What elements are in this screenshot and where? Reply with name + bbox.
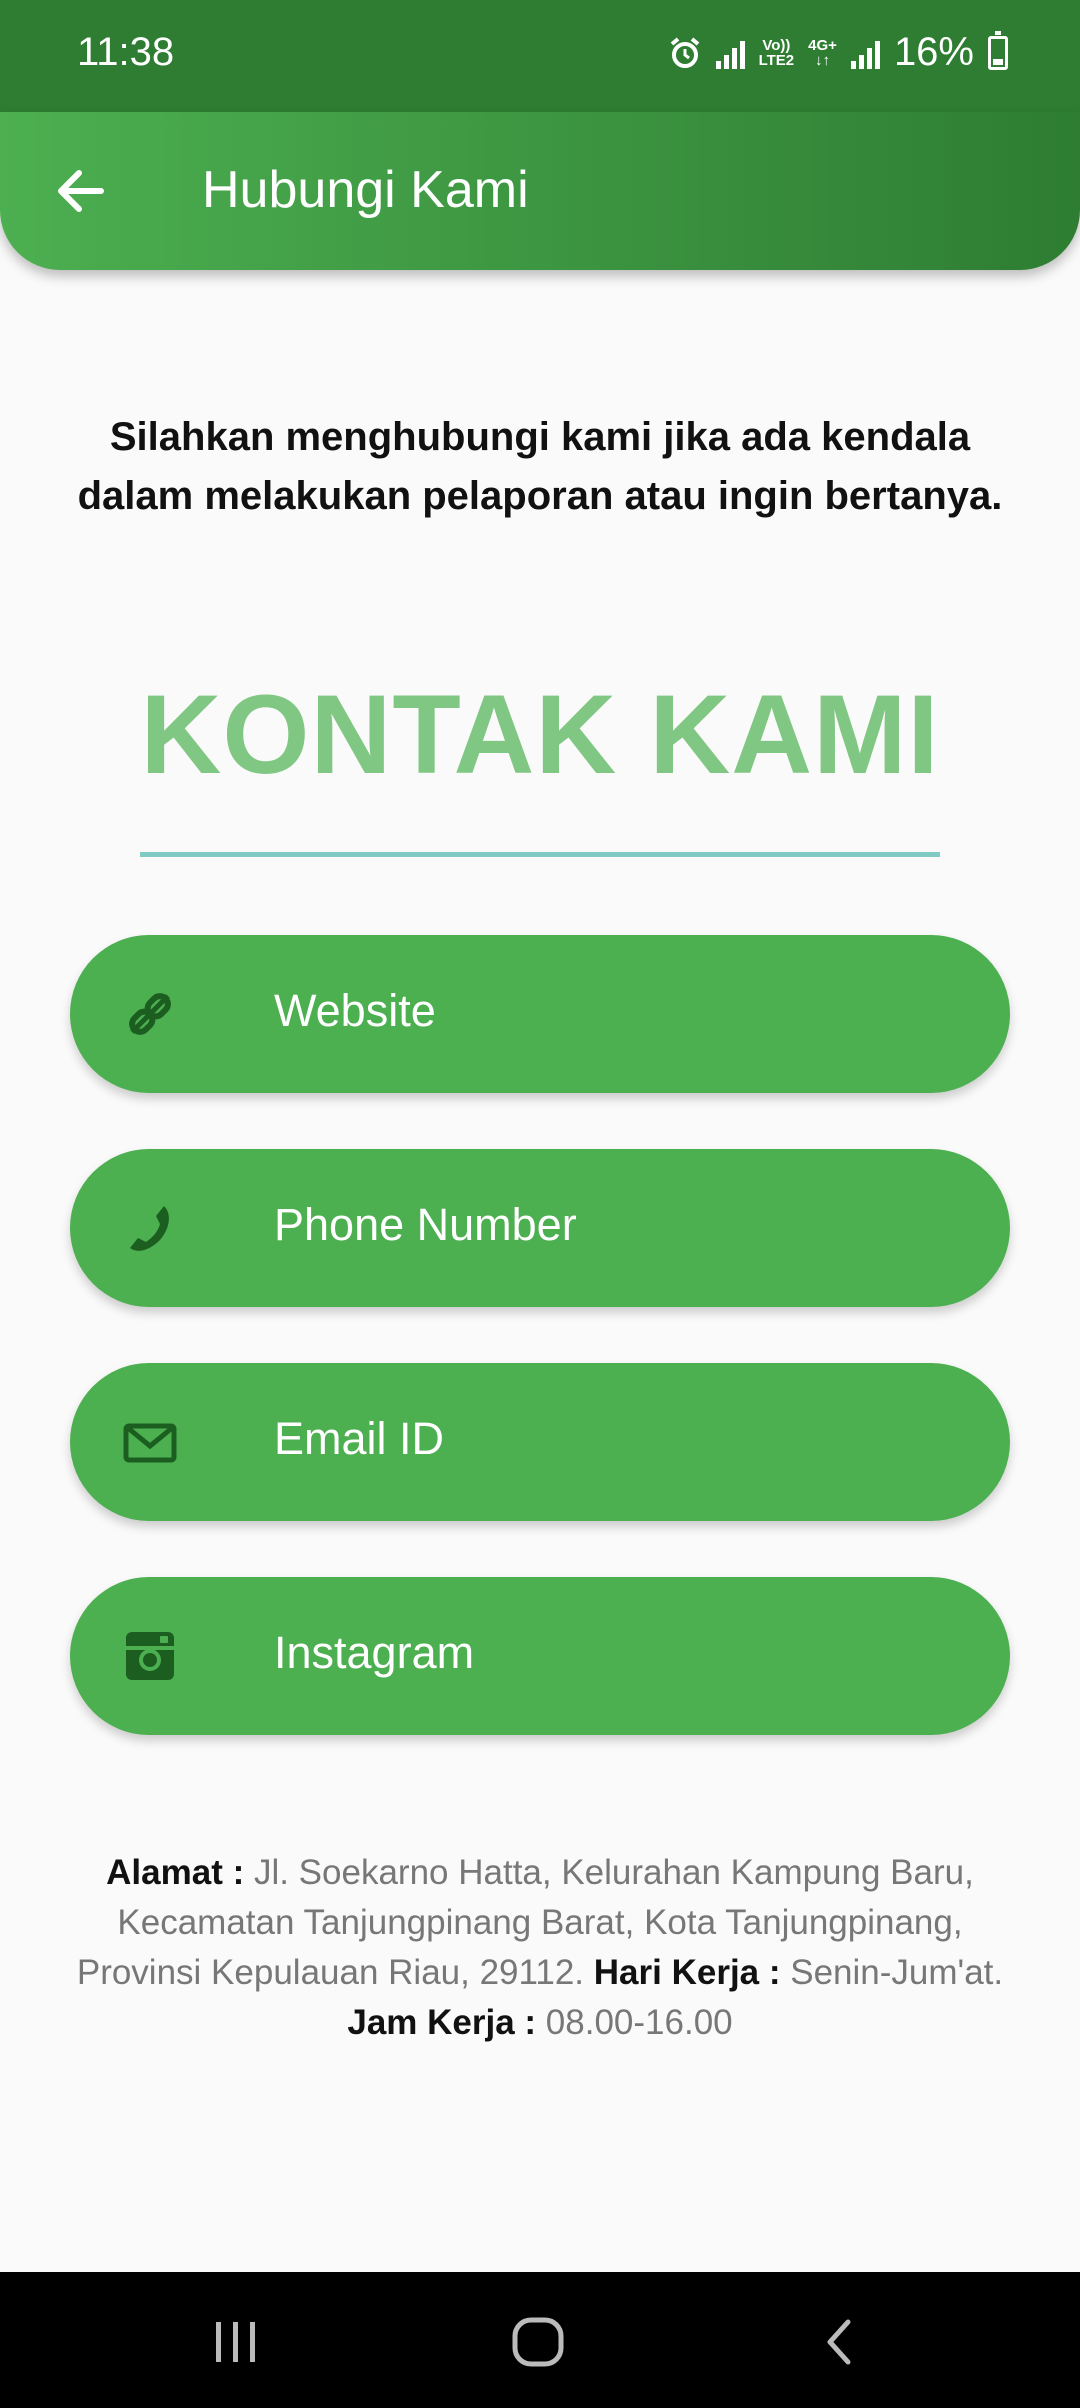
page-title: Hubungi Kami xyxy=(202,161,529,219)
heading-divider xyxy=(140,852,940,857)
website-label: Website xyxy=(274,985,436,1036)
time-label: Jam Kerja : xyxy=(347,2003,537,2042)
home-button[interactable] xyxy=(478,2302,598,2382)
website-button[interactable]: Website xyxy=(70,935,1010,1093)
email-button[interactable]: Email ID xyxy=(70,1363,1010,1521)
recents-button[interactable] xyxy=(176,2302,296,2382)
signal-icon xyxy=(850,37,880,69)
volte-icon: Vo)) LTE2 xyxy=(759,38,795,68)
back-icon xyxy=(827,2319,851,2365)
arrow-left-icon xyxy=(58,170,104,212)
hours-label: Hari Kerja : xyxy=(584,1953,781,1992)
intro-text: Silahkan menghubungi kami jika ada kenda… xyxy=(77,415,1003,518)
battery-percent: 16% xyxy=(893,30,974,74)
status-icons: Vo)) LTE2 4G+ ↓↑ 16% xyxy=(668,30,1008,75)
system-nav-bar xyxy=(0,2272,1080,2408)
phone-button[interactable]: Phone Number xyxy=(70,1149,1010,1307)
mail-icon xyxy=(123,1423,177,1463)
network-label: 4G+ xyxy=(808,36,837,54)
recents-icon xyxy=(216,2322,255,2362)
app-bar: Hubungi Kami xyxy=(0,112,1080,270)
address-label: Alamat : xyxy=(106,1853,245,1892)
data-4g-icon: 4G+ ↓↑ xyxy=(808,36,837,69)
home-icon xyxy=(512,2317,564,2367)
contact-heading: KONTAK KAMI xyxy=(140,672,940,797)
time-value: 08.00-16.00 xyxy=(536,2003,733,2042)
nav-back-button[interactable] xyxy=(780,2302,900,2382)
address-info: Alamat : Jl. Soekarno Hatta, Kelurahan K… xyxy=(60,1848,1020,2048)
signal-icon xyxy=(715,37,745,69)
back-button[interactable] xyxy=(40,156,120,226)
hours-value: Senin-Jum'at. xyxy=(780,1953,1004,1992)
status-time: 11:38 xyxy=(77,30,175,74)
email-label: Email ID xyxy=(274,1413,445,1464)
status-bar: 11:38 Vo)) LTE2 4G+ ↓↑ 16% xyxy=(0,0,1080,112)
link-icon xyxy=(129,993,171,1035)
alarm-icon xyxy=(670,36,699,68)
instagram-icon xyxy=(126,1632,174,1680)
phone-label: Phone Number xyxy=(274,1199,577,1250)
battery-icon xyxy=(988,30,1008,70)
instagram-button[interactable]: Instagram xyxy=(70,1577,1010,1735)
phone-icon xyxy=(130,1206,169,1251)
lte-label: LTE2 xyxy=(758,51,795,69)
instagram-label: Instagram xyxy=(274,1627,475,1678)
